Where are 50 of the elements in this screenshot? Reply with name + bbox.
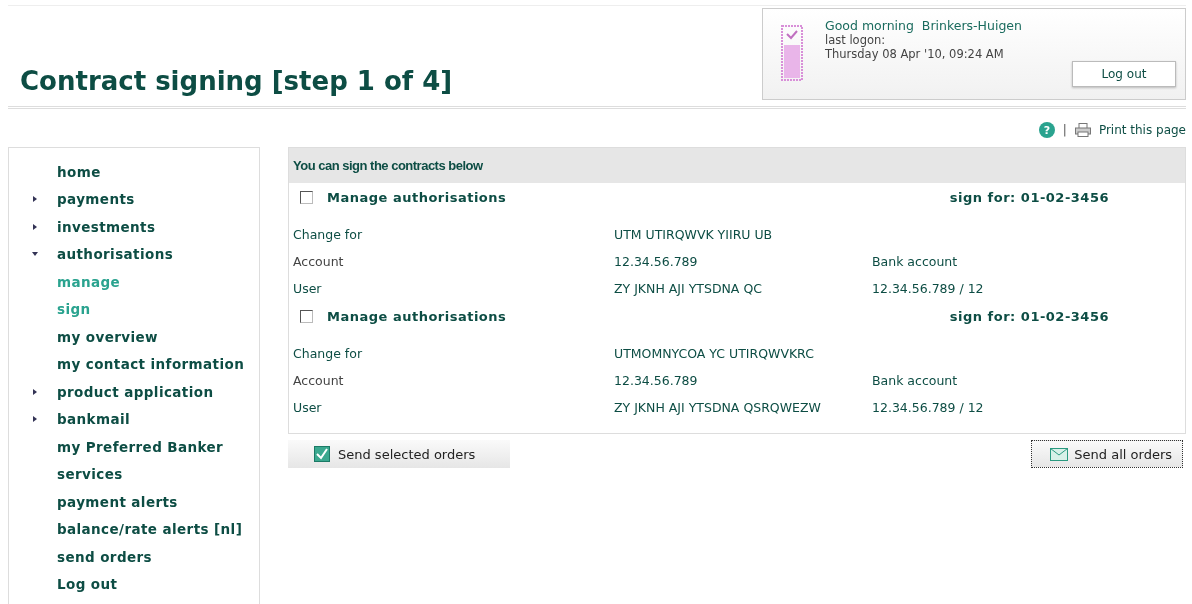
sidebar-item[interactable]: balance/rate alerts [nl] [9, 515, 259, 543]
envelope-icon [1050, 447, 1069, 461]
sign-for-label: sign for: 01-02-3456 [949, 308, 1109, 324]
greeting-text: Good morning Brinkers-Huigen [825, 19, 1022, 33]
field-label: Account [293, 254, 345, 269]
sidebar-item[interactable]: send orders [9, 543, 259, 571]
page-title: Contract signing [step 1 of 4] [20, 66, 453, 96]
field-extra: Bank account [872, 254, 958, 269]
sign-for-label: sign for: 01-02-3456 [949, 189, 1109, 205]
field-value: UTMOMNYCOA YC UTIRQWVKRC [614, 346, 815, 361]
sidebar-item[interactable]: bankmail [9, 405, 259, 433]
separator: | [1062, 123, 1067, 137]
checkbox[interactable] [300, 190, 313, 204]
field-value: ZY JKNH AJI YTSDNA QC [614, 281, 763, 296]
checkbox[interactable] [300, 309, 313, 323]
logout-button[interactable]: Log out [1072, 61, 1176, 87]
last-logon-time: Thursday 08 Apr '10, 09:24 AM [825, 47, 1005, 61]
checkbox-icon [314, 446, 330, 462]
field-label: Change for [293, 227, 364, 242]
last-logon-label: last logon: [825, 33, 887, 47]
sidebar-item[interactable]: investments [9, 213, 259, 241]
field-extra: Bank account [872, 373, 958, 388]
contract-title: Manage authorisations [327, 308, 507, 324]
sidebar-item[interactable]: payments [9, 185, 259, 213]
sidebar-item[interactable]: payment alerts [9, 488, 259, 516]
field-extra: 12.34.56.789 / 12 [872, 281, 984, 296]
sidebar-item[interactable]: services [9, 460, 259, 488]
field-label: Change for [293, 346, 364, 361]
field-value: 12.34.56.789 [614, 373, 699, 388]
field-value: 12.34.56.789 [614, 254, 699, 269]
phone-icon [781, 25, 803, 81]
sidebar-item[interactable]: my Preferred Banker [9, 433, 259, 461]
field-label: Account [293, 373, 345, 388]
field-label: User [293, 400, 323, 415]
field-value: ZY JKNH AJI YTSDNA QSRQWEZW [614, 400, 822, 415]
sidebar-item[interactable]: my overview [9, 323, 259, 351]
send-all-button[interactable]: Send all orders [1031, 440, 1183, 468]
print-link[interactable]: Print this page [1098, 123, 1186, 137]
sidebar-item[interactable]: my contact information [9, 350, 259, 378]
field-value: UTM UTIRQWVK YIIRU UB [614, 227, 774, 242]
sidebar-item[interactable]: authorisations [9, 240, 259, 268]
sidebar-item[interactable]: Log out [9, 570, 259, 598]
field-label: User [293, 281, 323, 296]
send-selected-button[interactable]: Send selected orders [288, 440, 510, 468]
panel-heading: You can sign the contracts below [289, 148, 1185, 183]
field-extra: 12.34.56.789 / 12 [872, 400, 984, 415]
contract-title: Manage authorisations [327, 189, 507, 205]
printer-icon[interactable] [1074, 123, 1091, 137]
sidebar-item[interactable]: product application [9, 378, 259, 406]
sidebar-item[interactable]: home [9, 158, 259, 186]
